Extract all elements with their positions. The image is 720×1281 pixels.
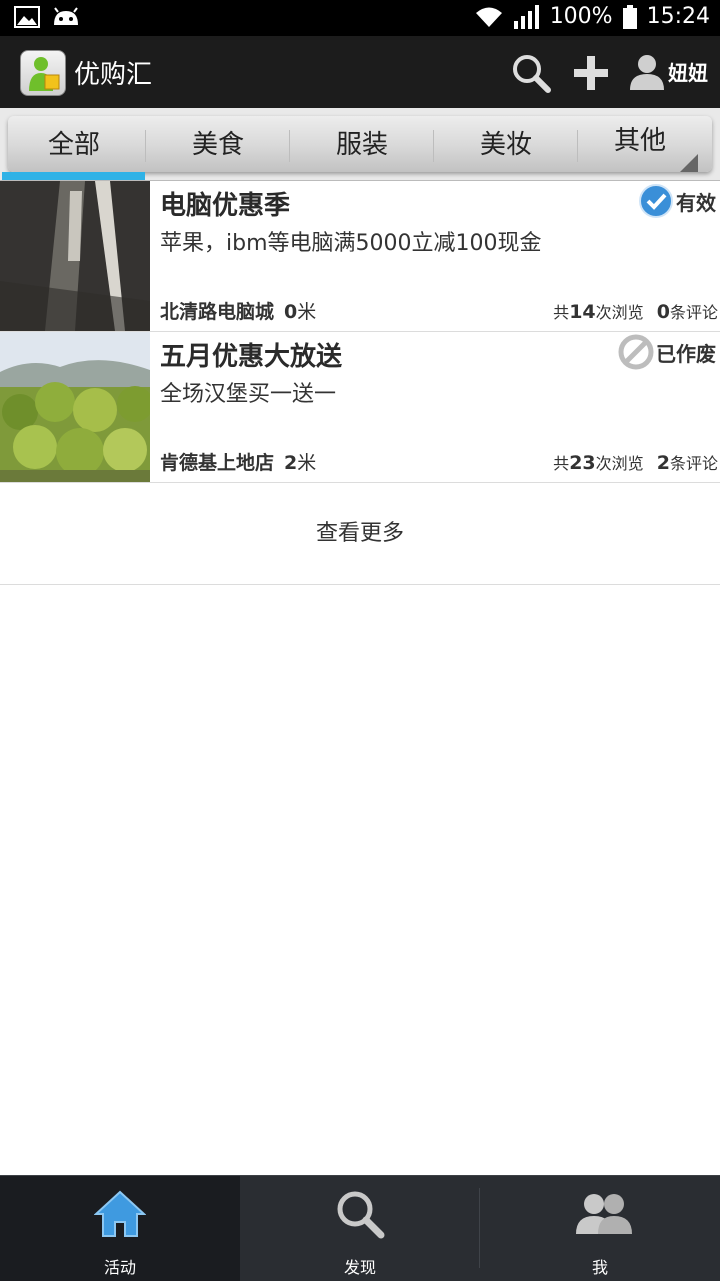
item-location: 肯德基上地店 2米 <box>160 448 316 475</box>
signal-icon <box>513 4 540 29</box>
forbidden-icon <box>618 334 654 370</box>
user-avatar-icon <box>630 55 664 90</box>
tab-other[interactable]: 其他 <box>578 120 702 157</box>
nav-label: 活动 <box>103 1258 136 1277</box>
distance: 2米 <box>284 452 317 474</box>
app-logo-icon <box>20 50 66 96</box>
tab-makeup[interactable]: 美妆 <box>434 124 578 161</box>
tab-all[interactable]: 全部 <box>2 124 146 161</box>
item-location: 北清路电脑城 0米 <box>160 297 316 324</box>
item-thumbnail <box>0 332 150 482</box>
bottom-nav: 活动 发现 我 <box>0 1175 720 1281</box>
wifi-icon <box>474 5 504 29</box>
item-stats: 共14次浏览 0条评论 <box>553 301 718 323</box>
nav-me[interactable]: 我 <box>480 1176 720 1281</box>
add-button[interactable] <box>572 54 610 96</box>
status-label: 有效 <box>676 190 716 215</box>
app-title: 优购汇 <box>74 60 153 90</box>
distance: 0米 <box>284 301 317 323</box>
item-status: 已作废 <box>618 334 716 370</box>
android-icon <box>52 7 80 27</box>
store-name: 北清路电脑城 <box>160 301 275 323</box>
item-description: 苹果，ibm等电脑满5000立减100现金 <box>160 231 542 256</box>
list-item[interactable]: 电脑优惠季 苹果，ibm等电脑满5000立减100现金 有效 北清路电脑城 0米 … <box>0 181 720 332</box>
status-bar: 100% 15:24 <box>0 0 720 36</box>
check-circle-icon <box>639 184 673 218</box>
item-stats: 共23次浏览 2条评论 <box>553 452 718 474</box>
item-title: 电脑优惠季 <box>160 191 291 221</box>
view-count: 23 <box>569 452 596 474</box>
tab-food[interactable]: 美食 <box>146 124 290 161</box>
active-tab-indicator <box>2 172 145 180</box>
clock: 15:24 <box>646 4 710 29</box>
nav-discover[interactable]: 发现 <box>240 1176 480 1281</box>
item-thumbnail <box>0 181 150 331</box>
nav-activities[interactable]: 活动 <box>0 1176 240 1281</box>
battery-percent: 100% <box>549 4 613 29</box>
store-name: 肯德基上地店 <box>160 452 275 474</box>
item-description: 全场汉堡买一送一 <box>160 382 337 407</box>
item-status: 有效 <box>638 183 716 219</box>
people-icon <box>576 1194 632 1234</box>
view-count: 14 <box>569 301 596 323</box>
nav-label: 发现 <box>343 1258 376 1277</box>
item-title: 五月优惠大放送 <box>160 342 343 372</box>
search-icon <box>337 1191 385 1239</box>
nav-label: 我 <box>591 1258 608 1277</box>
list-item[interactable]: 五月优惠大放送 全场汉堡买一送一 已作废 肯德基上地店 2米 共23次浏览 2条评… <box>0 332 720 483</box>
gallery-icon <box>14 6 40 28</box>
comment-count: 2 <box>656 452 670 474</box>
app-bar: 优购汇 妞妞 <box>0 36 720 108</box>
plus-icon <box>574 56 608 90</box>
home-icon <box>94 1190 146 1237</box>
search-icon <box>513 55 551 93</box>
user-profile-button[interactable]: 妞妞 <box>628 52 708 90</box>
user-name: 妞妞 <box>668 60 708 85</box>
comment-count: 0 <box>656 301 670 323</box>
category-tabs: 全部 美食 服装 美妆 其他 <box>0 108 720 181</box>
status-label: 已作废 <box>656 341 716 366</box>
load-more-button[interactable]: 查看更多 <box>0 484 720 585</box>
dropdown-corner-icon[interactable] <box>680 154 698 172</box>
battery-icon <box>622 4 637 29</box>
search-button[interactable] <box>510 52 552 98</box>
tab-clothing[interactable]: 服装 <box>290 124 434 161</box>
